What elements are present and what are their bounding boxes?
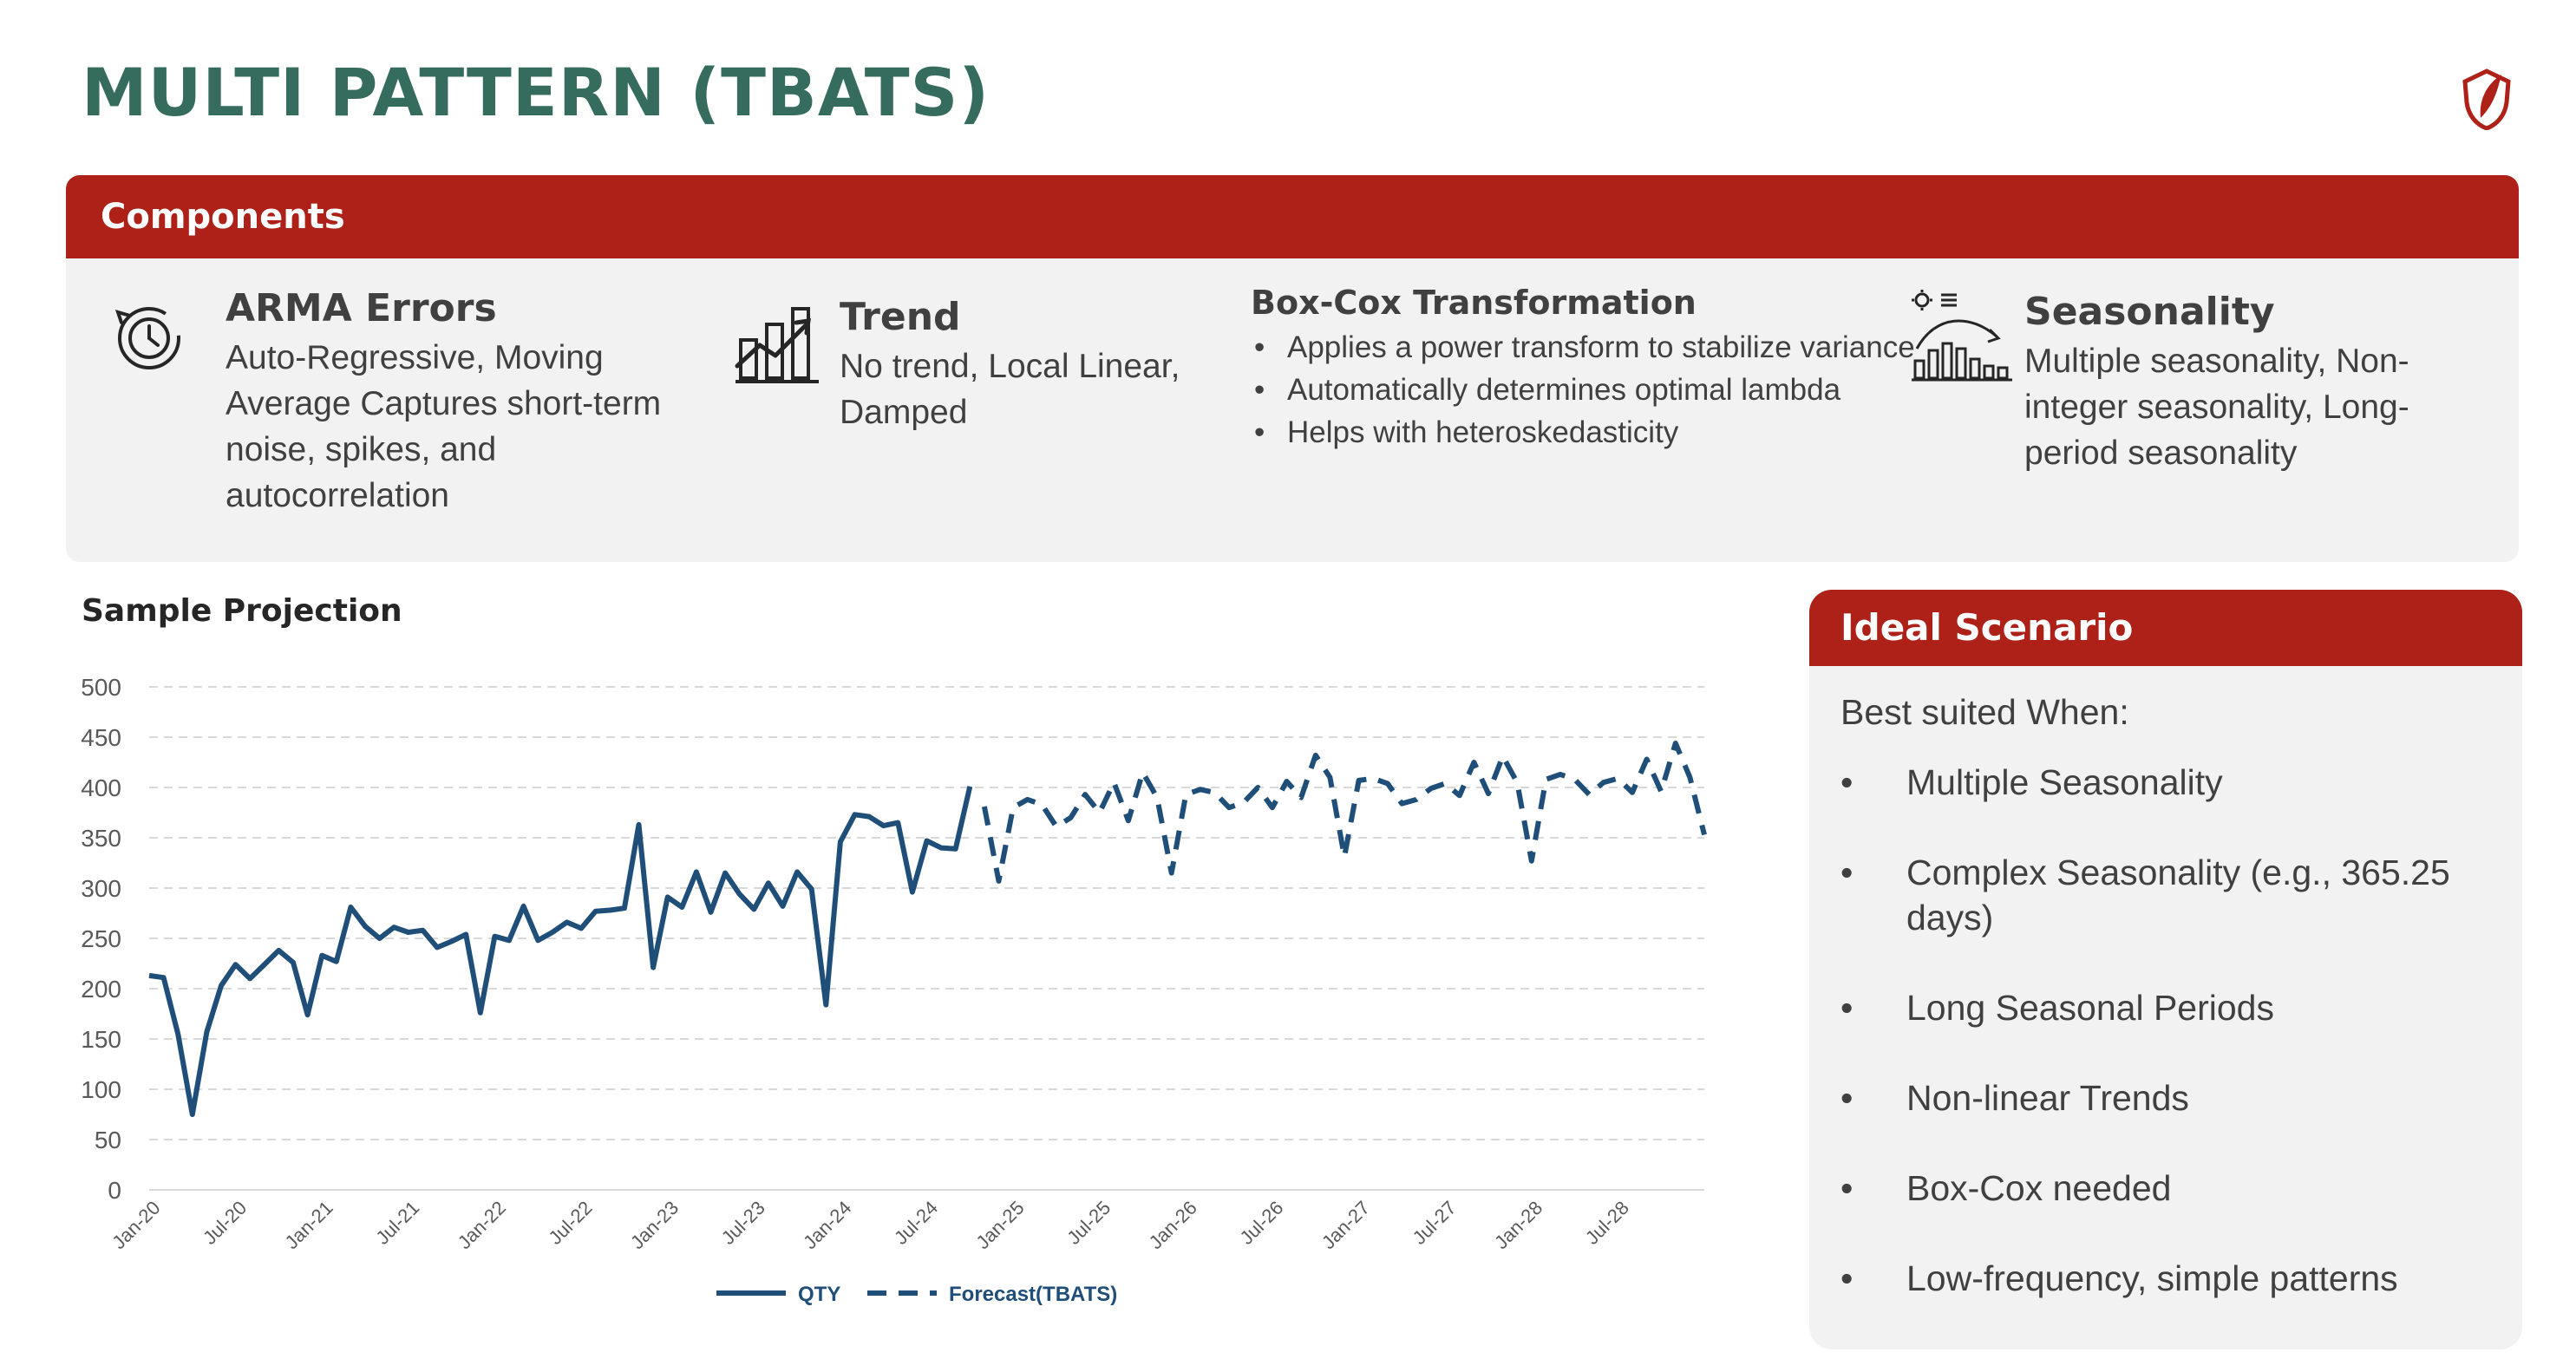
arma-title: ARMA Errors xyxy=(226,286,497,330)
x-tick-label: Jul-28 xyxy=(1581,1197,1633,1249)
ideal-item: Complex Seasonality (e.g., 365.25 days) xyxy=(1832,850,2508,940)
y-tick-label: 350 xyxy=(81,825,121,852)
x-tick-label: Jan-24 xyxy=(799,1197,855,1253)
x-tick-label: Jul-26 xyxy=(1235,1197,1287,1249)
ideal-item: Box-Cox needed xyxy=(1832,1166,2508,1211)
trend-title: Trend xyxy=(840,295,961,339)
ideal-item: Low-frequency, simple patterns xyxy=(1832,1256,2508,1301)
y-tick-label: 300 xyxy=(81,875,121,902)
qty-series-line xyxy=(148,786,973,1117)
components-header: Components xyxy=(66,175,2519,258)
y-tick-label: 0 xyxy=(108,1177,121,1204)
projection-title: Sample Projection xyxy=(82,593,402,629)
x-tick-label: Jan-21 xyxy=(281,1197,337,1253)
x-tick-label: Jan-23 xyxy=(626,1197,683,1253)
components-panel: Components ARMA Errors Auto-Regressive, … xyxy=(66,175,2519,562)
y-tick-label: 200 xyxy=(81,976,121,1003)
boxcox-bullets: Applies a power transform to stabilize v… xyxy=(1251,326,1945,454)
clock-history-icon xyxy=(114,307,180,369)
page-title: MULTI PATTERN (TBATS) xyxy=(82,54,991,131)
x-tick-label: Jan-28 xyxy=(1490,1197,1546,1253)
forecast-series-line xyxy=(981,741,1707,884)
series-lines xyxy=(148,741,1707,1117)
y-tick-label: 400 xyxy=(81,774,121,801)
ideal-list: Multiple Seasonality Complex Seasonality… xyxy=(1832,760,2508,1346)
boxcox-bullet: Automatically determines optimal lambda xyxy=(1251,369,1945,411)
ideal-scenario-header: Ideal Scenario xyxy=(1809,590,2522,666)
x-tick-label: Jan-25 xyxy=(971,1197,1028,1253)
projection-chart: 0 50 100 150 200 250 300 350 400 450 500 Jan-20 Jul… xyxy=(81,674,1707,1306)
y-tick-label: 50 xyxy=(95,1127,121,1153)
x-tick-label: Jan-26 xyxy=(1145,1197,1201,1253)
ideal-scenario-panel: Ideal Scenario Best suited When: Multipl… xyxy=(1809,590,2522,1349)
x-tick-label: Jul-20 xyxy=(199,1197,251,1249)
y-tick-label: 500 xyxy=(81,674,121,701)
seasonality-text: Multiple seasonality, Non-integer season… xyxy=(2024,343,2409,472)
x-axis-ticks: Jan-20 Jul-20 Jan-21 Jul-21 Jan-22 Jul-22 Jan-… xyxy=(108,1197,1633,1253)
boxcox-bullet: Helps with heteroskedasticity xyxy=(1251,411,1945,454)
y-tick-label: 450 xyxy=(81,724,121,751)
x-tick-label: Jan-20 xyxy=(108,1197,164,1253)
legend-label: QTY xyxy=(798,1283,840,1306)
legend-label: Forecast(TBATS) xyxy=(949,1283,1117,1306)
y-tick-label: 150 xyxy=(81,1026,121,1053)
seasonal-bars-icon xyxy=(1912,290,2012,382)
trend-text: No trend, Local Linear, Damped xyxy=(840,348,1180,431)
component-boxcox: Box-Cox Transformation Applies a power t… xyxy=(1251,279,1945,454)
x-tick-label: Jul-21 xyxy=(371,1197,423,1249)
shield-leaf-logo-icon xyxy=(2462,69,2511,130)
ideal-intro: Best suited When: xyxy=(1840,692,2129,732)
boxcox-title: Box-Cox Transformation xyxy=(1251,284,1697,322)
seasonality-title: Seasonality xyxy=(2024,290,2275,334)
x-tick-label: Jul-24 xyxy=(890,1197,942,1249)
ideal-item: Non-linear Trends xyxy=(1832,1075,2508,1120)
component-seasonality: Seasonality Multiple seasonality, Non-in… xyxy=(2024,286,2458,476)
y-axis-ticks: 0 50 100 150 200 250 300 350 400 450 500 xyxy=(81,674,121,1204)
arma-text: Auto-Regressive, Moving Average Captures… xyxy=(226,339,662,514)
chart-legend: QTY Forecast(TBATS) xyxy=(716,1283,1117,1306)
ideal-item: Long Seasonal Periods xyxy=(1832,985,2508,1030)
ideal-item: Multiple Seasonality xyxy=(1832,760,2508,805)
component-trend: Trend No trend, Local Linear, Damped xyxy=(840,291,1256,435)
y-tick-label: 100 xyxy=(81,1076,121,1103)
growth-chart-icon xyxy=(735,307,819,383)
x-tick-label: Jul-22 xyxy=(545,1197,597,1249)
y-tick-label: 250 xyxy=(81,925,121,952)
boxcox-bullet: Applies a power transform to stabilize v… xyxy=(1251,326,1945,369)
x-tick-label: Jul-23 xyxy=(717,1197,769,1249)
x-tick-label: Jul-27 xyxy=(1409,1197,1461,1249)
component-arma: ARMA Errors Auto-Regressive, Moving Aver… xyxy=(226,283,694,519)
x-tick-label: Jan-27 xyxy=(1317,1197,1374,1253)
x-tick-label: Jan-22 xyxy=(454,1197,510,1253)
x-tick-label: Jul-25 xyxy=(1062,1197,1115,1249)
